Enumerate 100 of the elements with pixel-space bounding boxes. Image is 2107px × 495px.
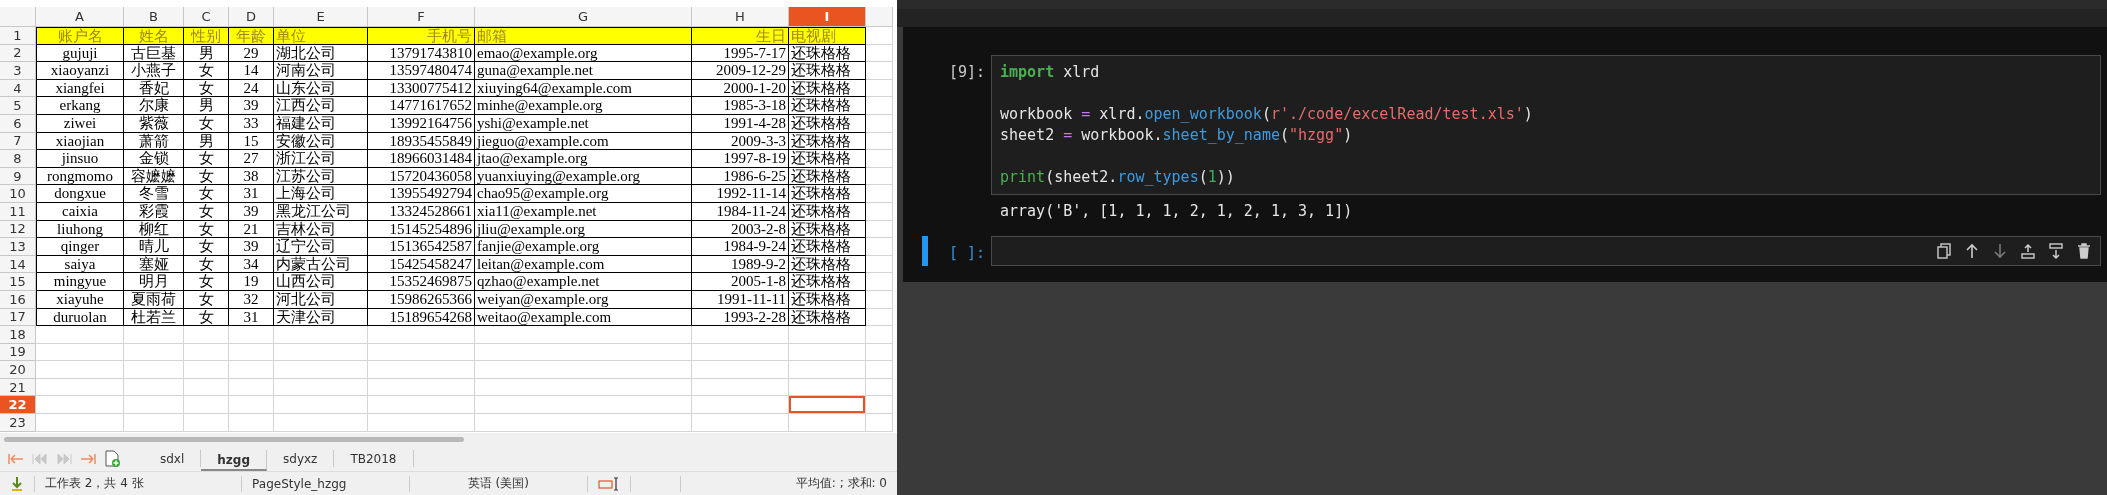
empty-cell[interactable] [229,326,274,344]
insert-below-icon[interactable] [2048,243,2064,259]
empty-cell[interactable] [789,414,866,432]
empty-cell[interactable] [692,396,789,415]
empty-cell[interactable] [866,290,893,309]
empty-cell[interactable] [475,378,692,397]
sheet-tab[interactable]: sdyxz [267,450,335,467]
empty-cell[interactable] [368,396,475,415]
empty-cell[interactable] [866,202,893,221]
empty-cell[interactable] [866,414,893,432]
empty-cell[interactable] [789,361,866,379]
empty-cell[interactable] [866,114,893,133]
empty-cell[interactable] [475,414,692,432]
empty-cell[interactable] [124,361,184,379]
sheet-tab[interactable]: sdxl [144,450,202,467]
scrollbar-track[interactable] [0,433,897,446]
empty-cell[interactable] [789,378,866,397]
empty-cell[interactable] [866,167,893,186]
empty-cell[interactable] [866,343,893,362]
empty-cell[interactable] [124,343,184,362]
empty-cell[interactable] [124,414,184,432]
column-header[interactable]: I [789,7,866,27]
column-header[interactable]: D [229,7,274,27]
empty-cell[interactable] [274,343,368,362]
empty-cell[interactable] [866,326,893,344]
empty-cell[interactable] [274,361,368,379]
next-sheet-icon[interactable] [56,452,72,465]
up-arrow-icon[interactable] [1964,243,1980,259]
empty-cell[interactable] [866,361,893,379]
row-header[interactable]: 22 [0,396,36,415]
column-header[interactable]: C [184,7,229,27]
insert-above-icon[interactable] [2020,243,2036,259]
empty-cell[interactable] [368,414,475,432]
delete-icon[interactable] [2076,243,2092,259]
row-header[interactable]: 15 [0,273,36,291]
empty-cell[interactable] [274,326,368,344]
empty-cell[interactable] [274,414,368,432]
empty-cell[interactable] [692,343,789,362]
column-header[interactable]: F [368,7,475,27]
empty-cell[interactable] [184,343,229,362]
column-header[interactable]: E [274,7,368,27]
previous-sheet-icon[interactable] [32,452,48,465]
empty-cell[interactable] [229,414,274,432]
empty-cell[interactable] [274,378,368,397]
first-sheet-icon[interactable] [8,452,24,465]
empty-cell[interactable] [184,378,229,397]
empty-cell[interactable] [692,378,789,397]
empty-cell[interactable] [124,378,184,397]
empty-cell[interactable] [124,326,184,344]
empty-cell[interactable] [475,396,692,415]
row-header[interactable]: 3 [0,62,36,80]
empty-cell[interactable] [866,44,893,63]
selection-mode-icon[interactable] [597,476,620,491]
horizontal-scrollbar[interactable] [4,437,464,442]
copy-icon[interactable] [1936,243,1952,259]
empty-cell[interactable] [475,326,692,344]
code-cell-input[interactable]: import xlrd workbook = xlrd.open_workbook(r'./code/excelRead/test.xls') sheet2 = workbook.sheet_by_name("hzgg") print(sheet2.row_types(1)) [991,55,2101,195]
empty-cell[interactable] [692,361,789,379]
anchor-icon[interactable] [10,475,24,492]
empty-cell[interactable] [368,378,475,397]
row-header[interactable]: 5 [0,97,36,115]
empty-cell[interactable] [866,308,893,327]
column-header[interactable]: H [692,7,789,27]
empty-cell[interactable] [475,343,692,362]
sheet-tab[interactable]: TB2018 [334,450,414,467]
row-header[interactable]: 23 [0,414,36,432]
empty-cell[interactable] [866,220,893,239]
empty-cell[interactable] [866,97,893,115]
empty-cell[interactable] [866,378,893,397]
row-header[interactable]: 8 [0,150,36,168]
column-header[interactable]: A [36,7,124,27]
empty-cell[interactable] [866,238,893,256]
empty-cell[interactable] [475,361,692,379]
empty-cell[interactable] [368,343,475,362]
empty-cell[interactable] [866,396,893,415]
empty-cell[interactable] [866,132,893,151]
empty-cell[interactable] [229,343,274,362]
code-cell-input[interactable] [991,236,2101,266]
empty-cell[interactable] [789,343,866,362]
empty-cell[interactable] [866,185,893,203]
empty-cell[interactable] [866,255,893,274]
empty-cell[interactable] [124,396,184,415]
down-arrow-icon[interactable] [1992,243,2008,259]
empty-cell[interactable] [229,361,274,379]
empty-cell[interactable] [692,326,789,344]
empty-cell[interactable] [229,378,274,397]
add-sheet-icon[interactable] [104,450,120,467]
empty-cell[interactable] [229,396,274,415]
empty-cell[interactable] [866,79,893,98]
empty-cell[interactable] [866,62,893,80]
empty-cell[interactable] [184,361,229,379]
empty-cell[interactable] [274,396,368,415]
column-header[interactable]: B [124,7,184,27]
empty-cell[interactable] [789,326,866,344]
last-sheet-icon[interactable] [80,452,96,465]
empty-cell[interactable] [866,273,893,291]
row-header[interactable]: 20 [0,361,36,379]
empty-cell[interactable] [368,326,475,344]
row-header[interactable]: 13 [0,238,36,256]
column-header[interactable] [866,7,893,27]
